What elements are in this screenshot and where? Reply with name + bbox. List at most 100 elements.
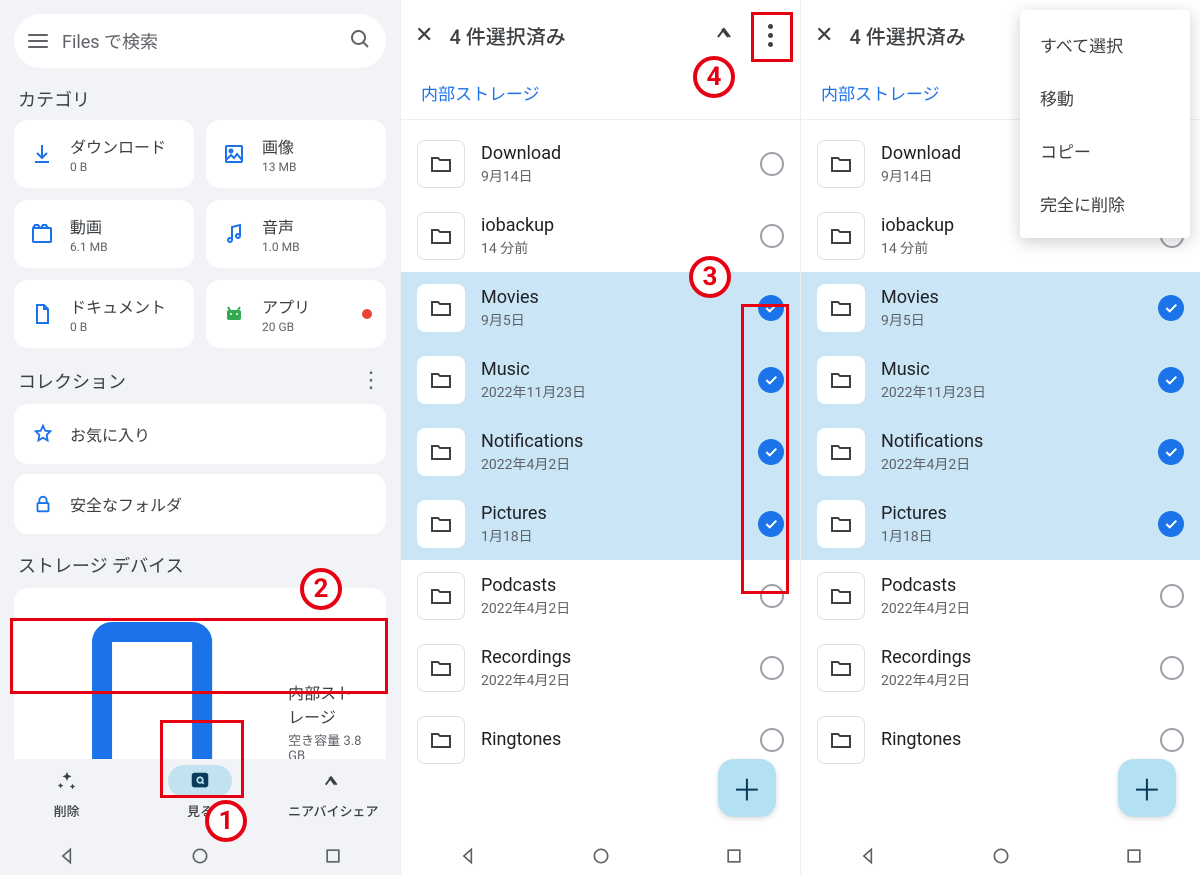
folder-icon	[417, 428, 465, 476]
checkbox-unchecked-icon[interactable]	[760, 152, 784, 176]
folder-icon	[817, 572, 865, 620]
recent-icon[interactable]	[323, 846, 343, 866]
overflow-menu: すべて選択 移動 コピー 完全に削除	[1020, 10, 1190, 238]
shuffle-icon[interactable]	[714, 21, 738, 49]
file-row[interactable]: Download9月14日	[401, 128, 800, 200]
checkbox-unchecked-icon[interactable]	[1160, 656, 1184, 680]
file-row[interactable]: Pictures1月18日	[401, 488, 800, 560]
kebab-icon[interactable]	[754, 18, 786, 53]
folder-icon	[817, 644, 865, 692]
checkbox-unchecked-icon[interactable]	[760, 224, 784, 248]
search-icon[interactable]	[348, 27, 372, 55]
nav-share[interactable]: ニアバイシェア	[273, 759, 393, 820]
menu-move[interactable]: 移動	[1020, 71, 1190, 124]
sparkle-icon	[56, 770, 78, 792]
search-bar[interactable]: Files で検索	[14, 14, 386, 68]
checkbox-checked-icon[interactable]	[1158, 367, 1184, 393]
download-icon	[28, 140, 56, 168]
nav-clean[interactable]: 削除	[7, 759, 127, 820]
screen-selection: ✕ 4 件選択済み 内部ストレージ Download9月14日iobackup1…	[400, 0, 800, 875]
checkbox-checked-icon[interactable]	[1158, 295, 1184, 321]
checkbox-checked-icon[interactable]	[758, 439, 784, 465]
menu-select-all[interactable]: すべて選択	[1020, 18, 1190, 71]
storage-title: ストレージ デバイス	[18, 552, 382, 578]
file-row[interactable]: Podcasts2022年4月2日	[401, 560, 800, 632]
recent-icon[interactable]	[1124, 846, 1144, 866]
doc-icon	[28, 300, 56, 328]
folder-icon	[417, 140, 465, 188]
folder-icon	[817, 212, 865, 260]
safe-folder-item[interactable]: 安全なフォルダ	[14, 474, 386, 534]
image-icon	[220, 140, 248, 168]
folder-icon	[417, 500, 465, 548]
menu-icon[interactable]	[28, 34, 48, 48]
checkbox-checked-icon[interactable]	[1158, 439, 1184, 465]
home-icon[interactable]	[190, 846, 210, 866]
close-icon[interactable]: ✕	[815, 23, 833, 48]
breadcrumb[interactable]: 内部ストレージ	[401, 70, 800, 120]
favorites-item[interactable]: お気に入り	[14, 404, 386, 464]
categories-title: カテゴリ	[18, 86, 382, 112]
checkbox-checked-icon[interactable]	[758, 511, 784, 537]
folder-icon	[417, 572, 465, 620]
app-icon	[220, 300, 248, 328]
fab-add[interactable]: ＋	[718, 759, 776, 817]
audio-icon	[220, 220, 248, 248]
category-apps[interactable]: アプリ20 GB	[206, 280, 386, 348]
category-videos[interactable]: 動画6.1 MB	[14, 200, 194, 268]
home-icon[interactable]	[591, 846, 611, 866]
back-icon[interactable]	[57, 846, 77, 866]
system-nav	[401, 837, 800, 875]
file-row[interactable]: Music2022年11月23日	[801, 344, 1200, 416]
checkbox-unchecked-icon[interactable]	[1160, 584, 1184, 608]
folder-icon	[417, 356, 465, 404]
checkbox-unchecked-icon[interactable]	[760, 728, 784, 752]
folder-icon	[417, 212, 465, 260]
menu-copy[interactable]: コピー	[1020, 124, 1190, 177]
browse-icon	[189, 770, 211, 792]
folder-icon	[817, 356, 865, 404]
file-row[interactable]: iobackup14 分前	[401, 200, 800, 272]
checkbox-checked-icon[interactable]	[1158, 511, 1184, 537]
home-icon[interactable]	[991, 846, 1011, 866]
screen-menu: ✕ 4 件選択済み 内部ストレージ Download9月14日iobackup1…	[800, 0, 1200, 875]
back-icon[interactable]	[858, 846, 878, 866]
system-nav	[801, 837, 1200, 875]
bottom-nav: 削除 見る ニアバイシェア	[0, 759, 400, 837]
checkbox-checked-icon[interactable]	[758, 367, 784, 393]
share-icon	[322, 770, 344, 792]
category-documents[interactable]: ドキュメント0 B	[14, 280, 194, 348]
back-icon[interactable]	[458, 846, 478, 866]
close-icon[interactable]: ✕	[415, 23, 433, 48]
file-row[interactable]: Recordings2022年4月2日	[401, 632, 800, 704]
file-row[interactable]: Movies9月5日	[801, 272, 1200, 344]
category-downloads[interactable]: ダウンロード0 B	[14, 120, 194, 188]
folder-icon	[417, 284, 465, 332]
collections-title: コレクション	[18, 368, 126, 394]
checkbox-unchecked-icon[interactable]	[1160, 728, 1184, 752]
file-row[interactable]: Music2022年11月23日	[401, 344, 800, 416]
checkbox-unchecked-icon[interactable]	[760, 584, 784, 608]
folder-icon	[417, 644, 465, 692]
selection-title: 4 件選択済み	[449, 21, 698, 50]
video-icon	[28, 220, 56, 248]
checkbox-checked-icon[interactable]	[758, 295, 784, 321]
file-row[interactable]: Podcasts2022年4月2日	[801, 560, 1200, 632]
fab-add[interactable]: ＋	[1118, 759, 1176, 817]
file-row[interactable]: Pictures1月18日	[801, 488, 1200, 560]
file-row[interactable]: Recordings2022年4月2日	[801, 632, 1200, 704]
file-row[interactable]: Movies9月5日	[401, 272, 800, 344]
nav-browse[interactable]: 見る	[140, 759, 260, 820]
category-images[interactable]: 画像13 MB	[206, 120, 386, 188]
notification-dot	[362, 309, 372, 319]
recent-icon[interactable]	[724, 846, 744, 866]
category-audio[interactable]: 音声1.0 MB	[206, 200, 386, 268]
file-row[interactable]: Notifications2022年4月2日	[401, 416, 800, 488]
file-row[interactable]: Notifications2022年4月2日	[801, 416, 1200, 488]
more-icon[interactable]: ⋮	[360, 370, 382, 392]
system-nav	[0, 837, 400, 875]
menu-delete[interactable]: 完全に削除	[1020, 177, 1190, 230]
folder-icon	[817, 500, 865, 548]
checkbox-unchecked-icon[interactable]	[760, 656, 784, 680]
search-placeholder: Files で検索	[62, 28, 348, 54]
